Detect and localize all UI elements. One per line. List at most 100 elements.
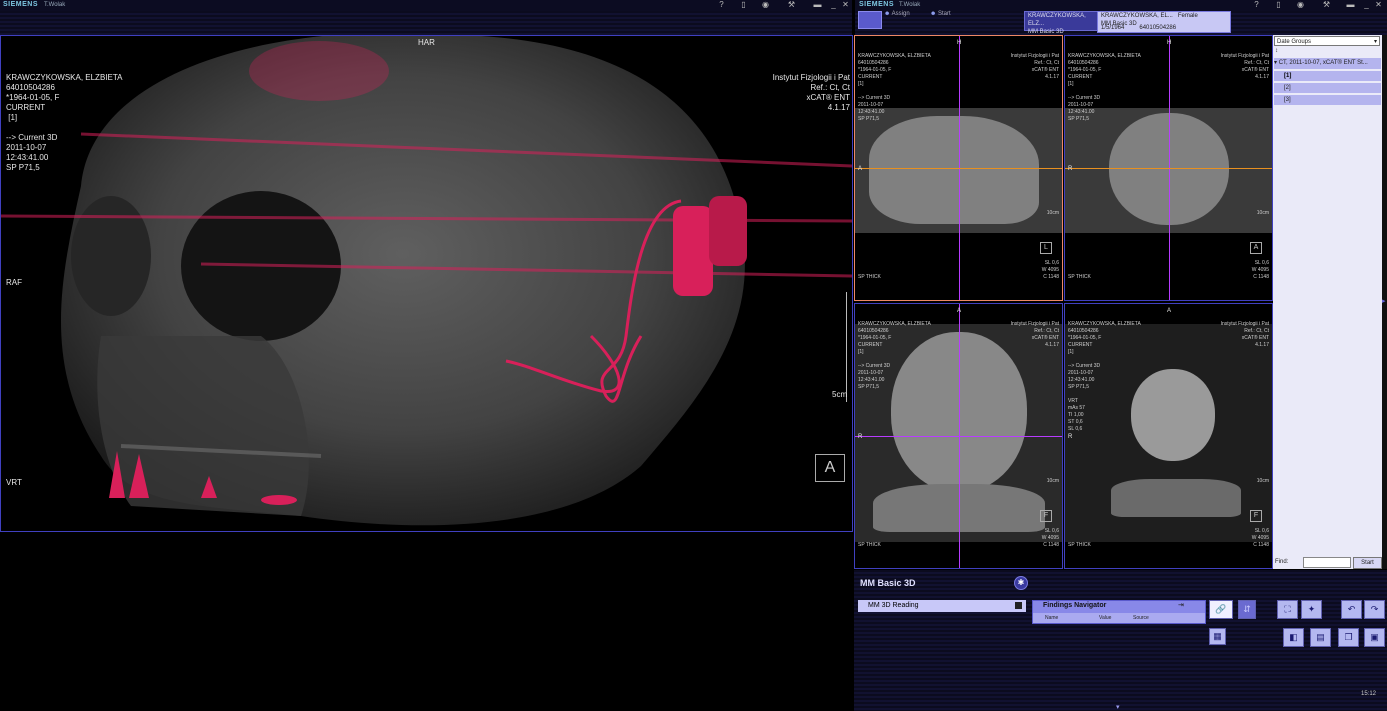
mas-value: mAs 57 bbox=[1068, 405, 1085, 411]
crosshair-horizontal[interactable] bbox=[855, 168, 1062, 169]
assign-label: Assign bbox=[891, 11, 910, 17]
series-panel: Date Groups ▾ ↕ ▾ CT, 2011-10-07, xCAT® … bbox=[1273, 35, 1382, 569]
orientation-cube-icon[interactable]: A bbox=[815, 454, 845, 482]
patient-dob: *1964-01-05, F bbox=[1068, 67, 1102, 73]
panel-scrollbar[interactable]: ▸ bbox=[1382, 35, 1387, 569]
help-icon[interactable]: ? bbox=[716, 0, 727, 10]
series-item-label: [2] bbox=[1284, 85, 1291, 91]
series-number: [1] bbox=[1068, 81, 1074, 87]
slab-thickness: SP THICK bbox=[858, 274, 881, 280]
mpr-view-axial-2[interactable]: A R KRAWCZYKOWSKA, ELZBIETA 64010504286 … bbox=[1064, 303, 1273, 569]
institution: Instytut Fizjologii i Pat bbox=[772, 73, 850, 82]
version: 4.1.17 bbox=[827, 103, 850, 112]
layout-icon[interactable]: ▤ bbox=[1310, 628, 1331, 647]
series-item[interactable]: [2] bbox=[1274, 83, 1381, 93]
series-item[interactable]: [3] bbox=[1274, 95, 1381, 105]
asterisk-icon[interactable]: ✱ bbox=[1014, 576, 1028, 590]
expand-arrow-icon[interactable]: ▸ bbox=[1382, 297, 1386, 305]
window-level-icon[interactable]: ◧ bbox=[1283, 628, 1304, 647]
reading-tab[interactable]: MM 3D Reading bbox=[858, 600, 1026, 612]
settings-icon[interactable]: ◉ bbox=[1295, 0, 1306, 10]
patient-tab-dob: 1/5/1964 bbox=[1101, 25, 1125, 31]
patient-tab-1[interactable]: KRAWCZYKOWSKA, ELZ... MM Basic 3D bbox=[1024, 11, 1099, 35]
study-date: 2011-10-07 bbox=[1068, 370, 1094, 376]
mpr-view-axial[interactable]: A R KRAWCZYKOWSKA, ELZBIETA 64010504286 … bbox=[854, 303, 1063, 569]
slice-position: SP P71,5 bbox=[6, 163, 40, 172]
patient-browser-icon[interactable] bbox=[858, 11, 882, 29]
stepper-icon[interactable]: ⇵ bbox=[1238, 600, 1256, 619]
stop-icon[interactable] bbox=[1015, 602, 1022, 609]
assign-button[interactable]: ☻ Assign bbox=[884, 11, 910, 17]
folder-icon[interactable]: ▬ bbox=[1345, 0, 1356, 10]
minimize-icon[interactable]: _ bbox=[1361, 0, 1372, 10]
render-mode: VRT bbox=[1068, 398, 1078, 404]
patient-name: KRAWCZYKOWSKA, ELZBIETA bbox=[858, 321, 931, 327]
patient-name: KRAWCZYKOWSKA, ELZBIETA bbox=[1068, 53, 1141, 59]
slice-thickness: SL 0,6 bbox=[1044, 260, 1059, 266]
crosshair-horizontal[interactable] bbox=[855, 436, 1062, 437]
mpr-view-coronal[interactable]: H R KRAWCZYKOWSKA, ELZBIETA 64010504286 … bbox=[1064, 35, 1273, 301]
mpr-view-sagittal[interactable]: H A KRAWCZYKOWSKA, ELZBIETA 64010504286 … bbox=[854, 35, 1063, 301]
device: xCAT® ENT bbox=[806, 93, 850, 102]
study-group-row[interactable]: ▾ CT, 2011-10-07, xCAT® ENT St... bbox=[1274, 58, 1381, 69]
orient-top: H bbox=[1167, 40, 1172, 46]
vrt-viewport[interactable]: HAR RAF KRAWCZYKOWSKA, ELZBIETA 64010504… bbox=[0, 35, 853, 532]
scale-label: 10cm bbox=[1256, 210, 1269, 216]
panel-toggle-icon[interactable]: ▾ bbox=[1116, 703, 1120, 711]
fit-view-icon[interactable]: ⛶ bbox=[1277, 600, 1298, 619]
orientation-cube-icon[interactable]: A bbox=[1250, 242, 1262, 254]
version: 4.1.17 bbox=[1255, 342, 1269, 348]
orientation-cube-icon[interactable]: F bbox=[1040, 510, 1052, 522]
crosshair-horizontal[interactable] bbox=[1065, 168, 1272, 169]
settings-icon[interactable]: ◉ bbox=[760, 0, 771, 10]
orientation-cube-icon[interactable]: F bbox=[1250, 510, 1262, 522]
vrt-institution-info: Instytut Fizjologii i Pat Ref.: Ct, Ct x… bbox=[773, 73, 850, 113]
slice-thickness: SL 0,6 bbox=[1254, 260, 1269, 266]
referral: Ref.: Ct, Ct bbox=[1244, 60, 1269, 66]
redo-icon[interactable]: ↷ bbox=[1364, 600, 1385, 619]
institution: Instytut Fizjologii i Pat bbox=[1010, 53, 1059, 59]
minimize-icon[interactable]: _ bbox=[828, 0, 839, 10]
slab-thickness: SP THICK bbox=[858, 542, 881, 548]
start-search-button[interactable]: Start bbox=[1353, 557, 1382, 569]
undo-icon[interactable]: ↶ bbox=[1341, 600, 1362, 619]
sort-icon[interactable]: ↕ bbox=[1275, 48, 1278, 54]
close-icon[interactable]: ✕ bbox=[1373, 0, 1384, 10]
vrt-patient-info: KRAWCZYKOWSKA, ELZBIETA 64010504286 *196… bbox=[6, 73, 122, 173]
camera-icon[interactable]: ✦ bbox=[1301, 600, 1322, 619]
close-icon[interactable]: ✕ bbox=[840, 0, 851, 10]
group-dropdown[interactable]: Date Groups ▾ bbox=[1274, 36, 1380, 46]
toolbar-strip-left bbox=[0, 11, 852, 35]
tools-icon[interactable]: ⚒ bbox=[1321, 0, 1332, 10]
phone-icon[interactable]: ▯ bbox=[738, 0, 749, 10]
cube-label: A bbox=[1253, 244, 1259, 251]
folder-icon[interactable]: ▬ bbox=[812, 0, 823, 10]
user-name: T.Wolak bbox=[44, 2, 66, 8]
link-icon[interactable]: 🔗 bbox=[1209, 600, 1233, 619]
study-date: 2011-10-07 bbox=[858, 370, 884, 376]
mpr-patient-info: KRAWCZYKOWSKA, ELZBIETA 64010504286 *196… bbox=[1068, 53, 1141, 123]
phone-icon[interactable]: ▯ bbox=[1273, 0, 1284, 10]
series-number: [1] bbox=[6, 113, 18, 122]
series-item[interactable]: [1] bbox=[1274, 71, 1381, 81]
orientation-cube-icon[interactable]: L bbox=[1040, 242, 1052, 254]
grid-icon[interactable]: ▦ bbox=[1209, 628, 1226, 645]
start-button[interactable]: ☻ Start bbox=[930, 11, 951, 17]
report-icon[interactable]: ▣ bbox=[1364, 628, 1385, 647]
patient-dob: *1964-01-05, F bbox=[858, 335, 892, 341]
patient-tab-id: 64010504286 bbox=[1139, 25, 1177, 31]
findings-navigator[interactable]: Findings Navigator ⇥ Name Value Source bbox=[1032, 600, 1206, 624]
patient-dob: *1964-01-05, F bbox=[858, 67, 892, 73]
find-input[interactable] bbox=[1303, 557, 1351, 568]
tools-icon[interactable]: ⚒ bbox=[786, 0, 797, 10]
slice-position: SP P71,5 bbox=[858, 384, 880, 390]
patient-tab-active[interactable]: KRAWCZYKOWSKA, EL... Female MM Basic 3D … bbox=[1097, 11, 1231, 33]
study-group-label: CT, 2011-10-07, xCAT® ENT St... bbox=[1278, 60, 1368, 66]
mpr-institution-info: Instytut Fizjologii i Pat Ref.: Ct, Ct x… bbox=[1011, 53, 1059, 81]
version: 4.1.17 bbox=[1045, 342, 1059, 348]
help-icon[interactable]: ? bbox=[1251, 0, 1262, 10]
copy-icon[interactable]: ❐ bbox=[1338, 628, 1359, 647]
export-icon[interactable]: ⇥ bbox=[1178, 601, 1184, 609]
scale-label: 10cm bbox=[1046, 210, 1059, 216]
